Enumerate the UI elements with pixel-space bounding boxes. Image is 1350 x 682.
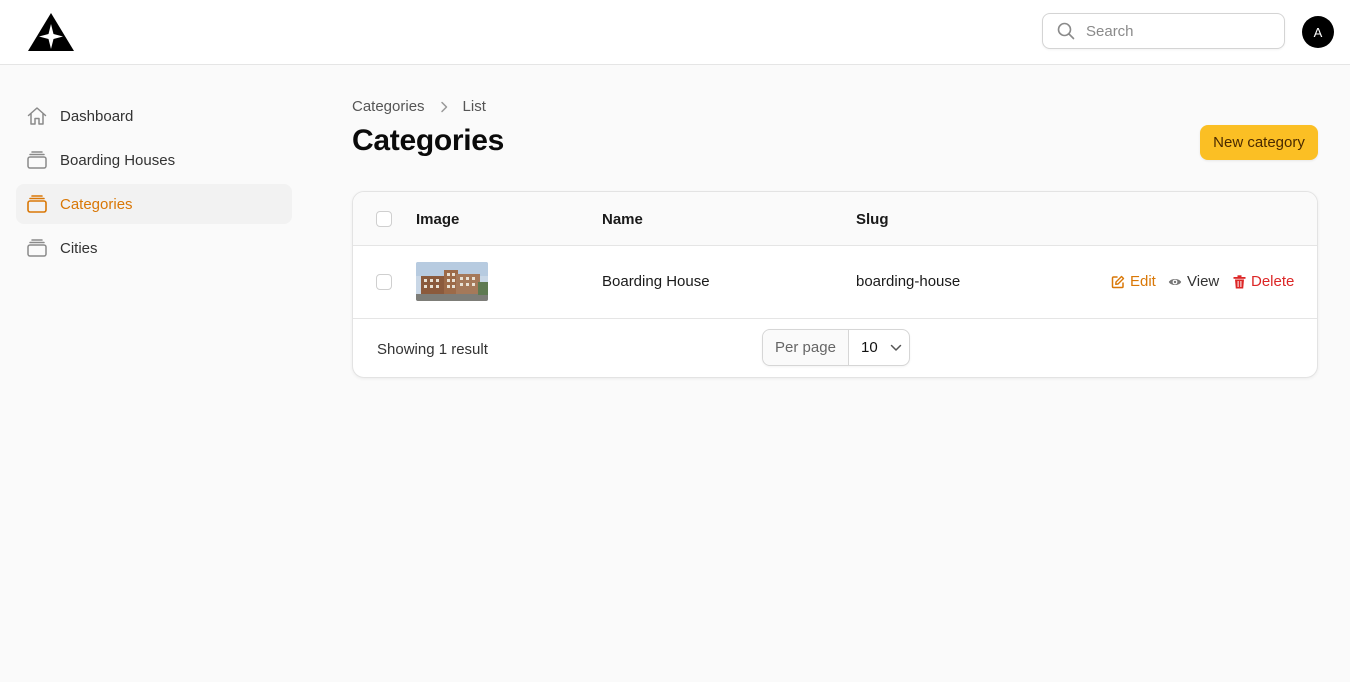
new-category-button[interactable]: New category — [1200, 125, 1318, 160]
search-icon — [1057, 22, 1075, 40]
sidebar-item-label: Boarding Houses — [60, 151, 176, 169]
sidebar-item-boarding-houses[interactable]: Boarding Houses — [16, 140, 292, 180]
sidebar-item-label: Cities — [60, 239, 98, 257]
delete-label: Delete — [1251, 273, 1295, 290]
home-icon — [26, 105, 48, 127]
view-label: View — [1187, 273, 1220, 290]
per-page-value: 10 — [861, 339, 878, 356]
building-photo — [416, 262, 488, 301]
row-name: Boarding House — [602, 273, 710, 290]
view-button[interactable]: View — [1168, 273, 1219, 290]
row-slug: boarding-house — [856, 273, 961, 290]
sidebar-item-cities[interactable]: Cities — [16, 228, 292, 268]
sidebar-item-categories[interactable]: Categories — [16, 184, 292, 224]
results-count: Showing 1 result — [377, 341, 488, 358]
breadcrumb: Categories List — [352, 98, 486, 115]
sidebar-item-label: Categories — [60, 195, 133, 213]
search-input[interactable] — [1084, 21, 1268, 41]
column-header-image[interactable]: Image — [416, 211, 459, 228]
edit-icon — [1111, 275, 1125, 289]
edit-button[interactable]: Edit — [1111, 273, 1156, 290]
logo-icon[interactable] — [27, 12, 75, 52]
stack-icon — [26, 149, 48, 171]
row-checkbox[interactable] — [376, 274, 392, 290]
categories-table: Image Name Slug Boarding House boarding-… — [352, 191, 1318, 378]
table-header: Image Name Slug — [353, 192, 1317, 246]
top-bar: A — [0, 0, 1350, 65]
breadcrumb-list: List — [462, 98, 486, 115]
column-header-slug[interactable]: Slug — [856, 211, 889, 228]
trash-icon — [1233, 274, 1246, 289]
stack-icon — [26, 237, 48, 259]
edit-label: Edit — [1130, 273, 1156, 290]
sidebar-item-label: Dashboard — [60, 107, 134, 125]
select-all-checkbox[interactable] — [376, 211, 392, 227]
delete-button[interactable]: Delete — [1233, 273, 1294, 290]
avatar[interactable]: A — [1302, 16, 1334, 48]
sidebar-item-dashboard[interactable]: Dashboard — [16, 96, 292, 136]
chevron-down-icon — [890, 344, 902, 352]
search-box[interactable] — [1042, 13, 1285, 49]
stack-icon — [26, 193, 48, 215]
sidebar: Dashboard Boarding Houses Categories Cit… — [16, 96, 292, 272]
page-title: Categories — [352, 124, 505, 157]
breadcrumb-categories[interactable]: Categories — [352, 98, 425, 115]
table-row[interactable]: Boarding House boarding-house Edit View — [353, 245, 1317, 319]
per-page-select[interactable]: Per page 10 — [762, 329, 910, 366]
per-page-label: Per page — [763, 330, 849, 365]
chevron-right-icon — [439, 101, 449, 113]
per-page-dropdown[interactable]: 10 — [849, 330, 909, 365]
eye-icon — [1168, 276, 1182, 288]
column-header-name[interactable]: Name — [602, 211, 643, 228]
